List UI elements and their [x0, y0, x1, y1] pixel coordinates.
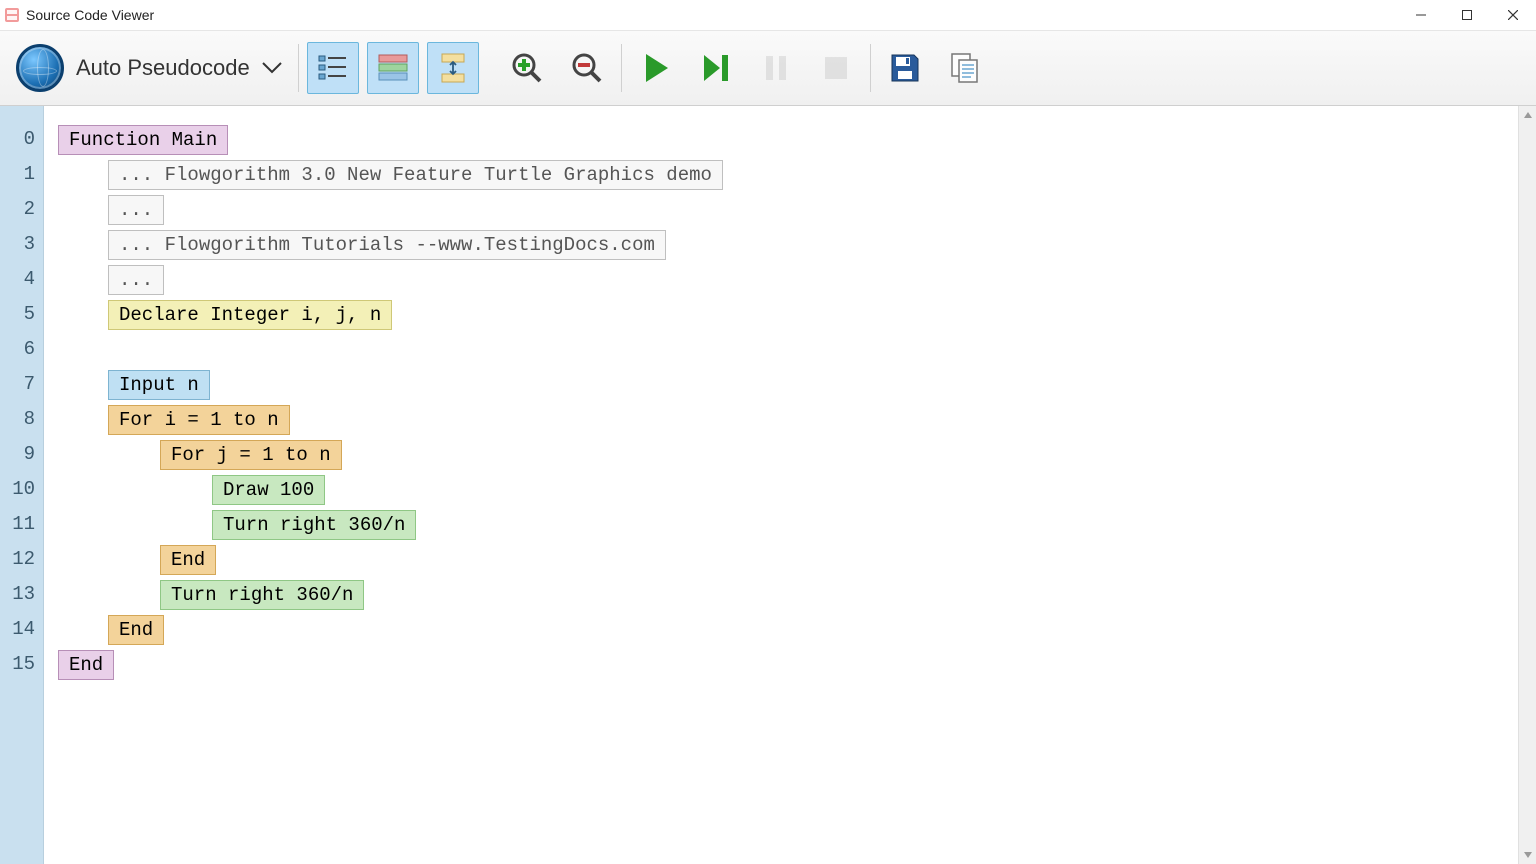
toolbar: Auto Pseudocode [0, 30, 1536, 106]
code-block[interactable]: Declare Integer i, j, n [108, 300, 392, 330]
step-button[interactable] [690, 42, 742, 94]
line-number: 4 [0, 262, 43, 297]
language-selector-label[interactable]: Auto Pseudocode [76, 55, 250, 81]
pause-button[interactable] [750, 42, 802, 94]
zoom-out-button[interactable] [561, 42, 613, 94]
code-block[interactable]: End [58, 650, 114, 680]
line-number: 8 [0, 402, 43, 437]
view-structured-button[interactable] [307, 42, 359, 94]
line-number: 13 [0, 577, 43, 612]
code-row[interactable]: End [44, 612, 1518, 647]
language-selector-dropdown[interactable] [260, 56, 284, 80]
save-button[interactable] [879, 42, 931, 94]
code-block[interactable]: Input n [108, 370, 210, 400]
line-number: 1 [0, 157, 43, 192]
app-icon [4, 7, 20, 23]
view-colored-button[interactable] [367, 42, 419, 94]
window-titlebar: Source Code Viewer [0, 0, 1536, 30]
code-block[interactable]: Turn right 360/n [160, 580, 364, 610]
code-block[interactable]: For i = 1 to n [108, 405, 290, 435]
toolbar-separator [621, 44, 622, 92]
window-minimize-button[interactable] [1398, 0, 1444, 30]
line-number-gutter: 0123456789101112131415 [0, 106, 44, 864]
code-row[interactable]: ... Flowgorithm 3.0 New Feature Turtle G… [44, 157, 1518, 192]
code-row[interactable]: ... [44, 262, 1518, 297]
zoom-in-button[interactable] [501, 42, 553, 94]
line-number: 10 [0, 472, 43, 507]
code-row[interactable]: ... [44, 192, 1518, 227]
code-block[interactable]: End [108, 615, 164, 645]
line-number: 12 [0, 542, 43, 577]
code-row[interactable]: End [44, 542, 1518, 577]
stop-button[interactable] [810, 42, 862, 94]
scroll-down-icon[interactable] [1519, 846, 1536, 864]
code-row[interactable]: ... Flowgorithm Tutorials --www.TestingD… [44, 227, 1518, 262]
globe-icon [16, 44, 64, 92]
toolbar-separator [298, 44, 299, 92]
toolbar-separator [870, 44, 871, 92]
code-block[interactable]: End [160, 545, 216, 575]
line-number: 0 [0, 122, 43, 157]
code-block[interactable]: ... [108, 265, 164, 295]
code-row[interactable]: Draw 100 [44, 472, 1518, 507]
scroll-up-icon[interactable] [1519, 106, 1536, 124]
view-collapse-button[interactable] [427, 42, 479, 94]
line-number: 6 [0, 332, 43, 367]
code-block[interactable]: Draw 100 [212, 475, 325, 505]
code-block[interactable]: For j = 1 to n [160, 440, 342, 470]
line-number: 9 [0, 437, 43, 472]
copy-button[interactable] [939, 42, 991, 94]
line-number: 5 [0, 297, 43, 332]
code-block[interactable]: ... Flowgorithm Tutorials --www.TestingD… [108, 230, 666, 260]
window-maximize-button[interactable] [1444, 0, 1490, 30]
code-row[interactable]: For i = 1 to n [44, 402, 1518, 437]
window-close-button[interactable] [1490, 0, 1536, 30]
code-row[interactable] [44, 332, 1518, 367]
vertical-scrollbar[interactable] [1518, 106, 1536, 864]
code-row[interactable]: Input n [44, 367, 1518, 402]
code-row[interactable]: Turn right 360/n [44, 507, 1518, 542]
line-number: 3 [0, 227, 43, 262]
run-button[interactable] [630, 42, 682, 94]
code-editor[interactable]: Function Main ... Flowgorithm 3.0 New Fea… [44, 106, 1518, 864]
line-number: 2 [0, 192, 43, 227]
line-number: 14 [0, 612, 43, 647]
code-row[interactable]: End [44, 647, 1518, 682]
code-block[interactable]: ... Flowgorithm 3.0 New Feature Turtle G… [108, 160, 723, 190]
code-block[interactable]: Function Main [58, 125, 228, 155]
content-area: 0123456789101112131415 Function Main... … [0, 106, 1536, 864]
code-block[interactable]: ... [108, 195, 164, 225]
code-row[interactable]: Function Main [44, 122, 1518, 157]
code-row[interactable]: Turn right 360/n [44, 577, 1518, 612]
code-row[interactable]: Declare Integer i, j, n [44, 297, 1518, 332]
line-number: 15 [0, 647, 43, 682]
code-row[interactable]: For j = 1 to n [44, 437, 1518, 472]
line-number: 11 [0, 507, 43, 542]
window-title: Source Code Viewer [26, 7, 154, 23]
line-number: 7 [0, 367, 43, 402]
code-block[interactable]: Turn right 360/n [212, 510, 416, 540]
